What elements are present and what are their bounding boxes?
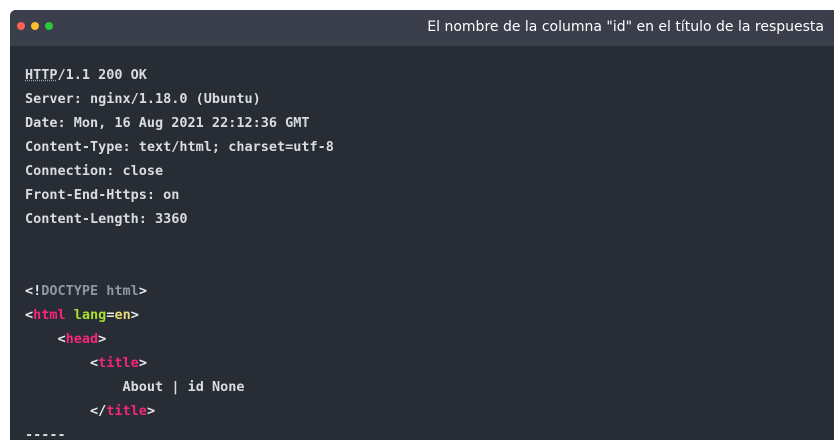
doctype-line: <!DOCTYPE html> [25,283,147,299]
terminal-window: El nombre de la columna "id" en el títul… [10,10,834,440]
header-line-content-type: Content-Type: text/html; charset=utf-8 [25,139,334,155]
response-output: HTTP/1.1 200 OK Server: nginx/1.18.0 (Ub… [25,63,334,440]
status-line: HTTP/1.1 200 OK [25,63,334,87]
close-dot-icon[interactable] [17,22,25,30]
title-tag-name: title [98,355,139,371]
header-line-connection: Connection: close [25,163,164,179]
header-line-date: Date: Mon, 16 Aug 2021 22:12:36 GMT [25,115,310,131]
lang-attribute: lang [73,307,107,323]
title-tag-name: title [106,403,147,419]
status-rest: /1.1 200 OK [57,67,147,83]
head-open-line: <head> [57,331,107,347]
header-line-server: Server: nginx/1.18.0 (Ubuntu) [25,91,261,107]
title-open-line: <title> [90,355,147,371]
html-tag-name: html [33,307,66,323]
protocol-name: HTTP [25,67,58,83]
title-close-line: </title> [90,403,156,419]
maximize-dot-icon[interactable] [45,22,53,30]
separator-line: ----- [25,427,66,440]
head-tag-name: head [65,331,99,347]
doctype-keyword: DOCTYPE [41,283,99,299]
header-line-front-end-https: Front-End-Https: on [25,187,180,203]
header-line-content-length: Content-Length: 3360 [25,211,188,227]
minimize-dot-icon[interactable] [31,22,39,30]
window-title: El nombre de la columna "id" en el títul… [427,19,824,35]
html-open-line: <html lang=en> [25,307,139,323]
window-titlebar: El nombre de la columna "id" en el títul… [10,10,834,47]
page-title-text: About | id None [122,379,245,395]
title-text-line: About | id None [25,375,334,399]
lang-value: en [114,307,131,323]
window-controls [17,22,53,30]
